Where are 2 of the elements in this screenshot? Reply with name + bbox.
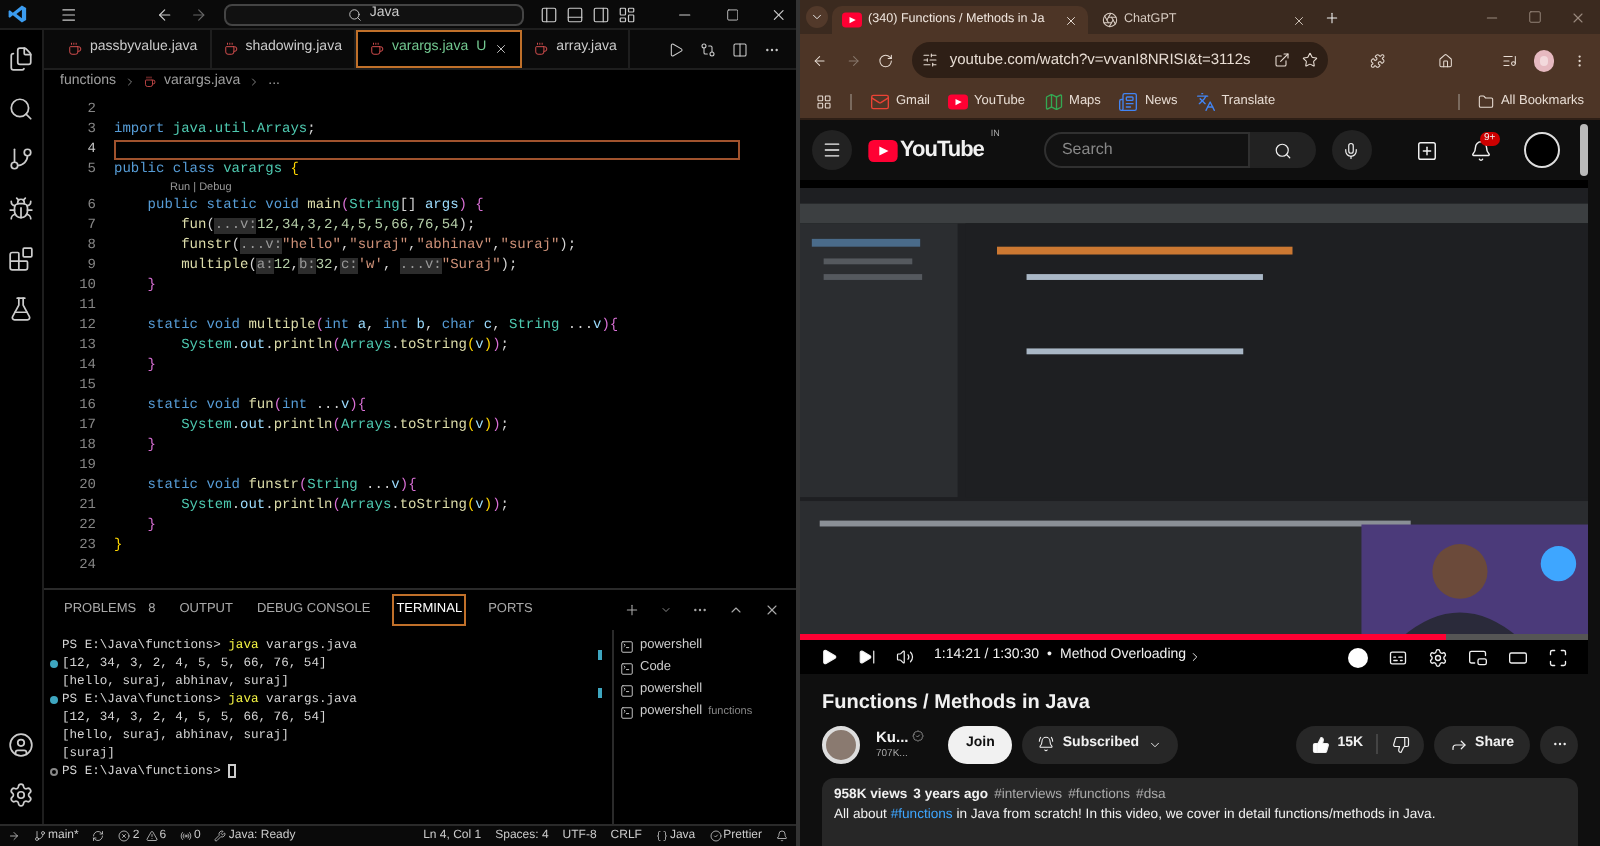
- search-field[interactable]: Search: [1043, 132, 1250, 168]
- video-title: Functions / Methods in Java: [822, 690, 1092, 716]
